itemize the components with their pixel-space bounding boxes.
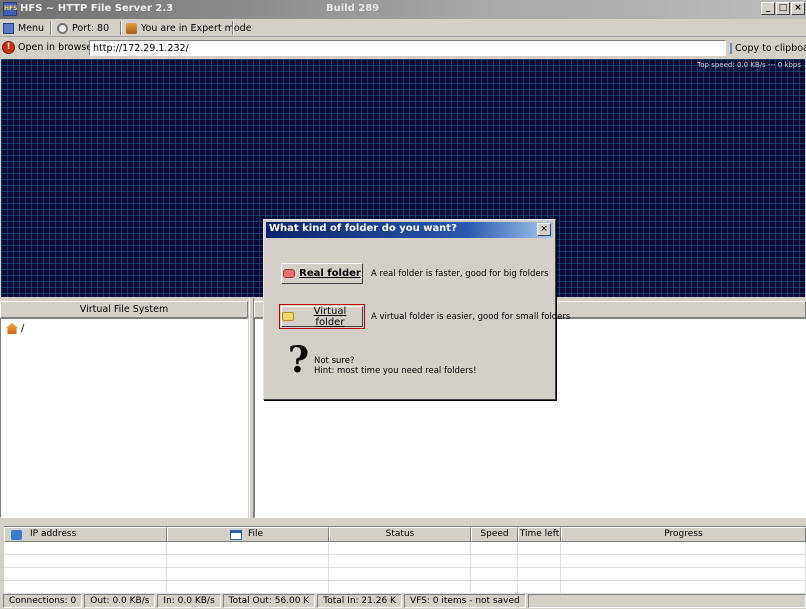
real-folder-label: Real folder (299, 268, 361, 279)
hint-line-1: Not sure? (314, 356, 355, 366)
clipboard-icon (730, 42, 732, 54)
port-button[interactable]: Port: 80 (57, 21, 109, 35)
copy-to-clipboard-button[interactable]: Copy to clipboard (730, 40, 806, 56)
title-bar[interactable]: HFS HFS ~ HTTP File Server 2.3 Build 289… (0, 0, 806, 19)
dialog-close-button[interactable]: × (537, 223, 551, 236)
real-folder-button[interactable]: Real folder (281, 263, 363, 284)
virtual-folder-description: A virtual folder is easier, good for sma… (371, 312, 571, 322)
connections-header: IP address File Status Speed Time left P… (4, 527, 806, 542)
file-icon (230, 529, 242, 540)
status-out-speed: Out: 0.0 KB/s (84, 594, 156, 608)
status-total-out: Total Out: 56.00 K (222, 594, 316, 608)
real-folder-description: A real folder is faster, good for big fo… (371, 269, 549, 279)
virtual-folder-button[interactable]: Virtual folder (279, 304, 365, 329)
build-label: Build 289 (326, 3, 380, 14)
dialog-title-bar[interactable]: What kind of folder do you want? × (266, 222, 553, 238)
menu-button[interactable]: Menu (3, 21, 44, 35)
expert-mode-icon (126, 22, 137, 34)
column-ip-address[interactable]: IP address (4, 527, 167, 542)
status-vfs[interactable]: VFS: 0 items - not saved (403, 594, 526, 608)
url-field[interactable] (89, 40, 726, 56)
vfs-root-label: / (21, 323, 25, 334)
hint-text: Not sure? Hint: most time you need real … (314, 356, 476, 376)
column-time-left[interactable]: Time left (518, 527, 561, 542)
close-button[interactable]: × (791, 2, 805, 15)
network-icon (11, 529, 22, 540)
port-label: Port: 80 (72, 22, 110, 34)
column-status[interactable]: Status (329, 527, 471, 542)
hfs-app-icon[interactable]: HFS (3, 2, 17, 16)
open-in-browser-icon[interactable]: ! (2, 41, 15, 54)
open-in-browser-button[interactable]: Open in browser (18, 42, 96, 53)
toolbar-separator (120, 21, 122, 35)
toolbar: Menu Port: 80 You are in Expert mode (0, 19, 806, 37)
folder-type-dialog: What kind of folder do you want? × Real … (263, 219, 570, 400)
toolbar-separator (232, 21, 234, 35)
connection-row (4, 568, 806, 581)
top-speed-label: Top speed: 0.0 KB/s --- 0 kbps (697, 61, 801, 69)
column-progress[interactable]: Progress (561, 527, 806, 542)
virtual-folder-icon (282, 312, 294, 321)
column-label: IP address (30, 529, 77, 539)
toolbar-separator (50, 21, 52, 35)
home-icon (6, 323, 18, 334)
column-speed[interactable]: Speed (471, 527, 518, 542)
status-in-speed: In: 0.0 KB/s (157, 594, 221, 608)
hint-line-2: Hint: most time you need real folders! (314, 366, 477, 376)
vfs-tree[interactable]: / (0, 318, 248, 518)
status-total-in: Total In: 21.26 K (317, 594, 402, 608)
connection-row (4, 555, 806, 568)
vfs-header: Virtual File System (0, 301, 248, 318)
connections-list[interactable]: IP address File Status Speed Time left P… (4, 526, 806, 594)
status-bar: Connections: 0 Out: 0.0 KB/s In: 0.0 KB/… (0, 594, 806, 609)
menu-label: Menu (18, 22, 45, 34)
maximize-button[interactable]: □ (776, 2, 790, 15)
status-connections: Connections: 0 (3, 594, 83, 608)
window-controls: _ □ × (761, 2, 806, 15)
virtual-folder-label: Virtual folder (313, 305, 347, 328)
column-file[interactable]: File (167, 527, 329, 542)
copy-label: Copy to clipboard (735, 42, 806, 54)
port-icon (57, 22, 68, 34)
menu-icon (3, 22, 14, 34)
real-folder-icon (283, 269, 296, 278)
status-empty-panel (527, 594, 806, 608)
question-mark-icon: ? (288, 339, 310, 381)
connection-row (4, 581, 806, 594)
connection-row (4, 542, 806, 555)
vfs-root-item[interactable]: / (6, 323, 24, 334)
minimize-button[interactable]: _ (761, 2, 775, 15)
dialog-title: What kind of folder do you want? (269, 223, 457, 234)
expert-mode-label: You are in Expert mode (141, 22, 252, 34)
column-label: File (248, 529, 264, 539)
window-title: HFS ~ HTTP File Server 2.3 (20, 3, 174, 14)
address-bar: ! Open in browser Copy to clipboard (0, 38, 806, 58)
